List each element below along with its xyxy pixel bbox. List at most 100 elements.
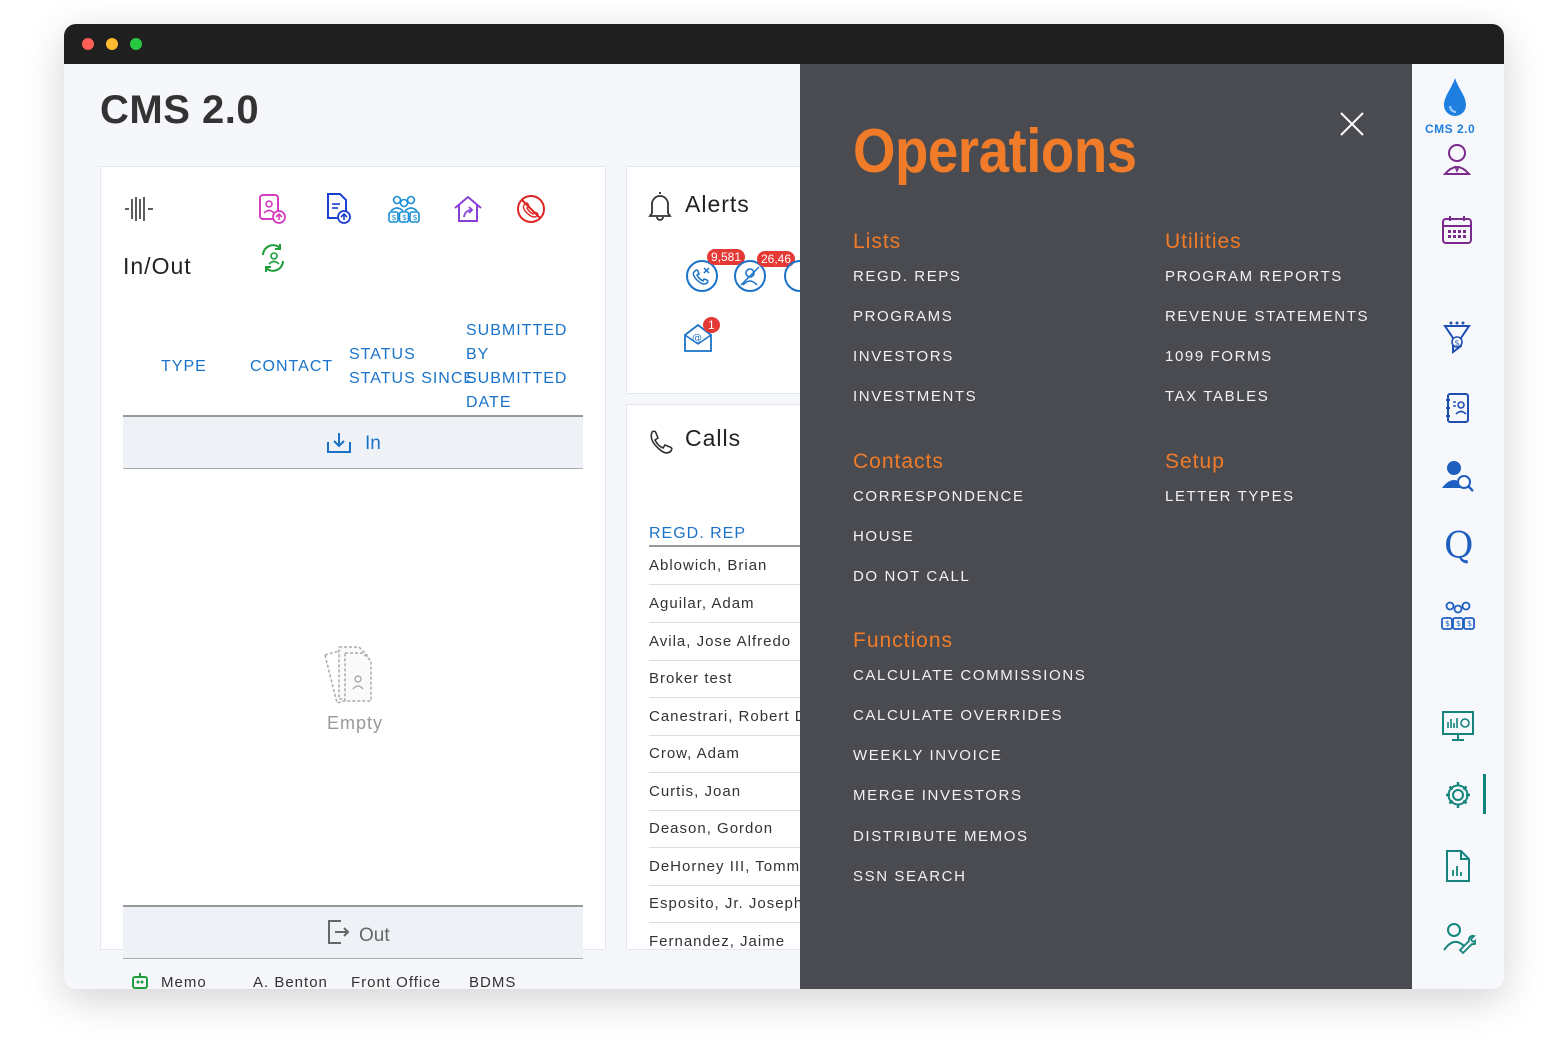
close-window-dot[interactable] [82, 38, 94, 50]
close-icon[interactable] [1338, 110, 1366, 138]
current-user: A. Benton [253, 974, 328, 989]
list-item[interactable]: Broker test [649, 660, 805, 698]
menu-item-programs[interactable]: PROGRAMS [853, 308, 953, 325]
in-label: In [365, 433, 381, 454]
group-money-icon[interactable]: $ $ $ [1440, 600, 1476, 632]
minimize-window-dot[interactable] [106, 38, 118, 50]
menu-item-weekly-invoice[interactable]: WEEKLY INVOICE [853, 747, 1002, 764]
user-wrench-icon[interactable] [1442, 920, 1476, 954]
utilities-heading: Utilities [1165, 230, 1242, 253]
list-item[interactable]: DeHorney III, Tomm [649, 848, 805, 886]
out-section-header[interactable]: Out [123, 905, 583, 959]
menu-item-letter-types[interactable]: LETTER TYPES [1165, 488, 1295, 505]
do-not-call-icon[interactable] [515, 193, 547, 225]
memo-label[interactable]: Memo [161, 974, 207, 989]
list-item[interactable]: Crow, Adam [649, 735, 805, 773]
list-item[interactable]: Ablowich, Brian [649, 547, 805, 585]
main-content: CMS 2.0 In/Out $ $ $ TYPE CONTACT STATUS… [64, 64, 1504, 989]
app-title: CMS 2.0 [100, 88, 260, 132]
export-icon [328, 920, 350, 944]
menu-item-calculate-overrides[interactable]: CALCULATE OVERRIDES [853, 707, 1063, 724]
menu-item-correspondence[interactable]: CORRESPONDENCE [853, 488, 1025, 505]
svg-text:$: $ [1456, 619, 1461, 628]
svg-text:$: $ [402, 213, 407, 222]
menu-item-program-reports[interactable]: PROGRAM REPORTS [1165, 268, 1343, 285]
app-window: CMS 2.0 In/Out $ $ $ TYPE CONTACT STATUS… [64, 24, 1504, 989]
user-search-icon[interactable] [1440, 458, 1476, 494]
menu-item-merge-investors[interactable]: MERGE INVESTORS [853, 787, 1023, 804]
menu-item-1099-forms[interactable]: 1099 FORMS [1165, 348, 1273, 365]
menu-item-calculate-commissions[interactable]: CALCULATE COMMISSIONS [853, 667, 1086, 684]
in-section-header[interactable]: In [123, 415, 583, 469]
status-bar: Memo A. Benton Front Office BDMS [128, 973, 808, 989]
calls-card: Calls REGD. REP Ablowich, Brian Aguilar,… [626, 404, 806, 950]
barcode-icon[interactable] [123, 195, 155, 223]
contact-upload-icon[interactable] [257, 193, 287, 225]
phone-icon [650, 430, 673, 454]
menu-item-investors[interactable]: INVESTORS [853, 348, 954, 365]
q-icon[interactable]: Q [1442, 528, 1474, 566]
memo-robot-icon [132, 973, 148, 989]
inout-title: In/Out [123, 253, 192, 279]
maximize-window-dot[interactable] [130, 38, 142, 50]
drop-logo-icon[interactable] [1440, 76, 1470, 118]
lists-heading: Lists [853, 230, 902, 253]
icon-rail: CMS 2.0 $ Q $ $ $ [1412, 64, 1504, 989]
functions-heading: Functions [853, 629, 954, 652]
list-item[interactable]: Canestrari, Robert D [649, 698, 805, 736]
list-item[interactable]: Esposito, Jr. Joseph [649, 885, 805, 923]
setup-heading: Setup [1165, 450, 1225, 473]
presentation-chart-icon[interactable] [1440, 708, 1476, 744]
gear-icon[interactable] [1442, 778, 1474, 812]
list-item[interactable]: Avila, Jose Alfredo [649, 623, 805, 661]
bell-icon [648, 192, 672, 221]
menu-item-tax-tables[interactable]: TAX TABLES [1165, 388, 1269, 405]
office-name: Front Office [351, 974, 442, 989]
window-titlebar [64, 24, 1504, 64]
alerts-card: Alerts 9,581 26,46 @ 1 [626, 166, 806, 394]
col-submitted-by[interactable]: SUBMITTED BY [466, 319, 566, 367]
col-submitted-date[interactable]: SUBMITTED DATE [466, 367, 566, 415]
menu-item-investments[interactable]: INVESTMENTS [853, 388, 977, 405]
operations-panel: Operations Lists REGD. REPS PROGRAMS INV… [800, 64, 1412, 989]
list-item[interactable]: Curtis, Joan [649, 773, 805, 811]
contacts-heading: Contacts [853, 450, 944, 473]
menu-item-distribute-memos[interactable]: DISTRIBUTE MEMOS [853, 828, 1029, 845]
menu-item-regd-reps[interactable]: REGD. REPS [853, 268, 962, 285]
funnel-money-icon[interactable]: $ [1442, 320, 1472, 356]
menu-item-ssn-search[interactable]: SSN SEARCH [853, 868, 967, 885]
contact-book-icon[interactable] [1444, 392, 1472, 424]
calls-column-header[interactable]: REGD. REP [649, 525, 805, 547]
group-money-icon[interactable]: $ $ $ [387, 193, 421, 225]
list-item[interactable]: Aguilar, Adam [649, 585, 805, 623]
logo-text: CMS 2.0 [1425, 122, 1476, 136]
download-icon [327, 433, 351, 453]
contact-sync-icon[interactable] [257, 241, 289, 275]
col-type[interactable]: TYPE [161, 355, 207, 379]
list-item[interactable]: Fernandez, Jaime [649, 923, 805, 949]
col-status-since[interactable]: STATUS SINCE [349, 367, 474, 391]
report-icon[interactable] [1444, 848, 1472, 884]
svg-text:Q: Q [1444, 528, 1474, 566]
operations-title: Operations [853, 117, 1137, 186]
menu-item-revenue-statements[interactable]: REVENUE STATEMENTS [1165, 308, 1369, 325]
svg-text:$: $ [392, 213, 397, 222]
svg-text:$: $ [1467, 619, 1472, 628]
svg-text:$: $ [1455, 339, 1460, 348]
list-item[interactable]: Deason, Gordon [649, 810, 805, 848]
out-label: Out [359, 925, 390, 946]
menu-item-do-not-call[interactable]: DO NOT CALL [853, 568, 970, 585]
inout-card: In/Out $ $ $ TYPE CONTACT STATUS STATUS … [100, 166, 606, 959]
email-alert-badge: 1 [703, 317, 720, 333]
document-upload-icon[interactable] [323, 191, 353, 225]
col-status[interactable]: STATUS [349, 343, 416, 367]
menu-item-house[interactable]: HOUSE [853, 528, 914, 545]
calls-title: Calls [685, 425, 742, 451]
system-name: BDMS [469, 974, 517, 989]
col-contact[interactable]: CONTACT [250, 355, 333, 379]
user-icon[interactable] [1442, 142, 1472, 176]
alerts-title: Alerts [685, 191, 750, 217]
empty-label: Empty [327, 713, 384, 733]
house-arrow-icon[interactable] [451, 193, 485, 225]
calendar-icon[interactable] [1440, 214, 1474, 246]
